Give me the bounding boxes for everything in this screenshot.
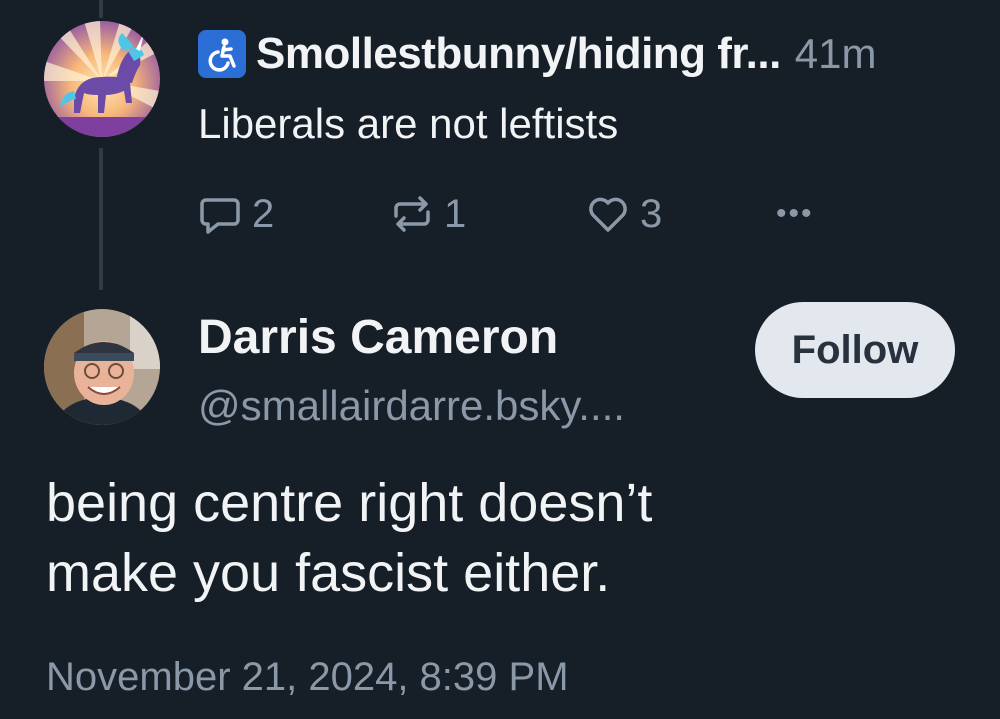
parent-avatar[interactable] xyxy=(44,21,160,137)
reply-button[interactable]: 2 xyxy=(196,190,274,238)
parent-timestamp[interactable]: 41m xyxy=(795,30,877,78)
thread-line xyxy=(99,148,103,290)
thread-line-top xyxy=(99,0,103,18)
parent-post-text: Liberals are not leftists xyxy=(198,100,619,147)
reply-icon xyxy=(200,198,240,234)
post-body: being centre right doesn’t make you fasc… xyxy=(46,468,966,608)
like-button[interactable]: 3 xyxy=(584,190,662,238)
reply-count: 2 xyxy=(252,191,275,236)
repost-button[interactable]: 1 xyxy=(388,190,466,238)
like-count: 3 xyxy=(640,191,663,236)
main-author-handle[interactable]: @smallairdarre.bsky.... xyxy=(198,382,625,430)
profile-photo-image xyxy=(44,309,160,425)
accessibility-icon xyxy=(198,30,246,78)
repost-count: 1 xyxy=(444,191,467,236)
heart-icon xyxy=(589,197,627,232)
more-options-button[interactable]: ••• xyxy=(776,190,814,238)
post-thread: Smollestbunny/hiding fr... 41m Liberals … xyxy=(0,0,1000,719)
parent-post-actions: 2 1 3 ••• xyxy=(196,190,836,238)
main-avatar[interactable] xyxy=(44,309,160,425)
parent-author-name[interactable]: Smollestbunny/hiding fr... xyxy=(256,29,781,79)
post-body-line: being centre right doesn’t xyxy=(46,473,653,533)
main-author-name[interactable]: Darris Cameron xyxy=(198,310,558,365)
follow-button[interactable]: Follow xyxy=(755,302,955,398)
post-body-line: make you fascist either. xyxy=(46,543,611,603)
more-options-icon: ••• xyxy=(776,197,814,230)
repost-icon xyxy=(394,196,430,232)
post-date: November 21, 2024, 8:39 PM xyxy=(46,655,569,699)
unicorn-avatar-image xyxy=(44,21,160,137)
parent-post-header: Smollestbunny/hiding fr... 41m xyxy=(198,26,968,82)
